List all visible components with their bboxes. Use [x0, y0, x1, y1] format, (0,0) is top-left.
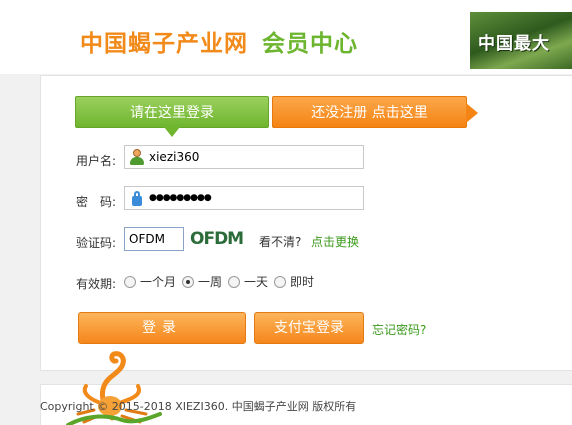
- header: 中国蝎子产业网 会员中心 中国最大: [0, 0, 572, 74]
- captcha-label: 验证码:: [76, 236, 117, 250]
- validity-option-label: 一周: [198, 275, 223, 289]
- captcha-input[interactable]: OFDM: [124, 227, 184, 251]
- validity-option-day[interactable]: 一天: [228, 273, 268, 290]
- validity-option-week[interactable]: 一周: [182, 273, 222, 290]
- validity-options: 一个月 一周 一天 即时: [124, 273, 320, 290]
- username-field[interactable]: xiezi360: [124, 145, 364, 169]
- password-label: 密 码:: [76, 195, 117, 209]
- username-value: xiezi360: [149, 150, 200, 164]
- validity-label: 有效期:: [76, 277, 117, 291]
- captcha-hint: 看不清?: [259, 235, 302, 249]
- user-icon: [129, 149, 145, 165]
- radio-instant[interactable]: [274, 275, 287, 288]
- username-label: 用户名:: [76, 154, 117, 168]
- copyright-text: Copyright © 2015-2018 XIEZI360. 中国蝎子产业网 …: [40, 400, 357, 413]
- validity-option-label: 一天: [244, 275, 269, 289]
- site-logo[interactable]: 中国蝎子产业网 会员中心: [80, 24, 358, 58]
- radio-week[interactable]: [182, 275, 195, 288]
- lock-icon: [129, 190, 145, 206]
- radio-month[interactable]: [124, 275, 136, 288]
- tab-login[interactable]: 请在这里登录: [75, 96, 269, 137]
- login-button[interactable]: 登录: [78, 312, 246, 344]
- captcha-image[interactable]: OFDM: [190, 228, 252, 250]
- section-name: 会员中心: [262, 31, 358, 57]
- forgot-password-link[interactable]: 忘记密码?: [372, 321, 426, 338]
- tab-register[interactable]: 还没注册 点击这里: [272, 96, 478, 128]
- password-field[interactable]: ●●●●●●●●●: [124, 186, 364, 210]
- banner-text: 中国最大: [478, 34, 550, 54]
- alipay-login-button[interactable]: 支付宝登录: [254, 312, 364, 344]
- captcha-refresh-link[interactable]: 点击更换: [311, 233, 359, 250]
- radio-day[interactable]: [228, 275, 241, 288]
- ad-banner[interactable]: 中国最大: [470, 12, 572, 69]
- login-page: 中国蝎子产业网 会员中心 中国最大 请在这里登录 还没注册 点击这里 用户名: x…: [0, 0, 572, 425]
- validity-option-label: 一个月: [140, 275, 177, 289]
- validity-option-label: 即时: [290, 275, 315, 289]
- captcha-image-text: OFDM: [190, 229, 244, 249]
- password-value: ●●●●●●●●●: [149, 193, 212, 203]
- validity-option-month[interactable]: 一个月: [124, 273, 176, 290]
- site-name: 中国蝎子产业网: [80, 31, 248, 57]
- validity-option-instant[interactable]: 即时: [274, 273, 314, 290]
